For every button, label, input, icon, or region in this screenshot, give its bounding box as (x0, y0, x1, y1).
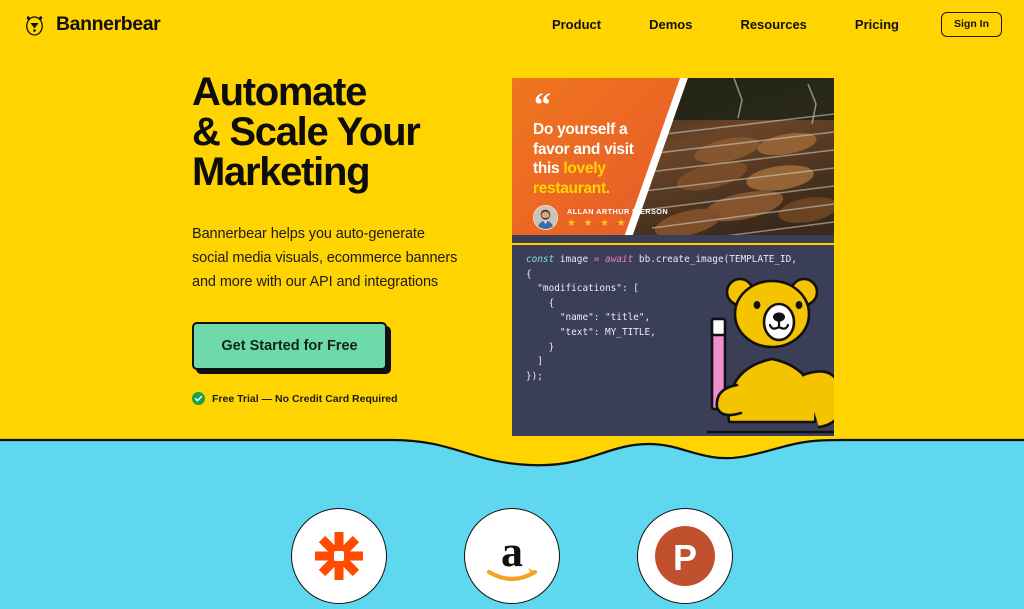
code-line-9: }); (526, 370, 543, 382)
code-line-3: "modifications": [ (526, 283, 639, 295)
code-line1-mid: image (554, 254, 594, 265)
zapier-logo-icon[interactable] (291, 508, 387, 604)
brand-name: Bannerbear (56, 12, 161, 35)
site-header: Bannerbear Product Demos Resources Prici… (0, 0, 1024, 48)
cta-wrapper: Get Started for Free (192, 322, 391, 374)
main-nav: Product Demos Resources Pricing Sign In (528, 11, 1002, 37)
svg-text:P: P (673, 537, 697, 578)
free-trial-note: Free Trial — No Credit Card Required (192, 392, 492, 405)
get-started-button[interactable]: Get Started for Free (192, 322, 387, 370)
hero-subtitle: Bannerbear helps you auto-generate socia… (192, 226, 458, 290)
author-name: ALLAN ARTHUR IVERSON (567, 206, 669, 216)
hero-visual: “ Do yourself a favor and visit this lov… (512, 78, 857, 475)
quote-mark-icon: “ (534, 87, 551, 124)
hero-copy: Automate & Scale Your Marketing Bannerbe… (192, 72, 492, 405)
code-line-8: ] (526, 356, 543, 368)
bear-head-icon (22, 12, 47, 37)
quote-line-1: Do yourself a (533, 121, 628, 138)
code-keyword-const: const (526, 254, 555, 265)
code-line-6: "text": MY_TITLE, (526, 326, 656, 338)
quote-line-2: favor and visit (533, 140, 634, 158)
nav-item-resources[interactable]: Resources (716, 17, 830, 32)
rating-stars: ★ ★ ★ ★ (567, 217, 628, 229)
nav-item-product[interactable]: Product (528, 17, 625, 32)
code-line-7: } (526, 341, 555, 353)
banner-preview-card: “ Do yourself a favor and visit this lov… (512, 78, 834, 243)
nav-item-pricing[interactable]: Pricing (831, 17, 923, 32)
quote-line-3-highlight: lovely (563, 160, 606, 177)
wave-divider (0, 436, 1024, 467)
page-title: Automate & Scale Your Marketing (192, 70, 421, 194)
free-trial-text: Free Trial — No Credit Card Required (212, 392, 398, 405)
partner-logos: a P (0, 508, 1024, 604)
code-line-5: "name": "title", (526, 312, 651, 324)
amazon-logo-icon[interactable]: a (464, 508, 560, 604)
code-line-4: { (526, 297, 555, 309)
quote-line-3-plain: this (533, 160, 564, 177)
author-meta: ALLAN ARTHUR IVERSON ★ ★ ★ ★ (567, 207, 668, 229)
testimonial-author: ALLAN ARTHUR IVERSON ★ ★ ★ ★ (533, 205, 668, 230)
landing-page: Bannerbear Product Demos Resources Prici… (0, 0, 1024, 609)
svg-text:a: a (501, 528, 523, 576)
product-hunt-logo-icon[interactable]: P (637, 508, 733, 604)
brand-logo[interactable]: Bannerbear (22, 12, 161, 37)
nav-item-demos[interactable]: Demos (625, 17, 716, 32)
testimonial-quote: Do yourself a favor and visit this lovel… (533, 120, 713, 198)
avatar (533, 205, 558, 230)
code-keyword-await: await (599, 254, 634, 265)
code-line-2: { (526, 268, 532, 280)
code-line1-rest: bb.create_image(TEMPLATE_ID, (633, 254, 797, 265)
sign-in-button[interactable]: Sign In (941, 11, 1002, 37)
quote-line-4-highlight: restaurant. (533, 179, 610, 197)
check-circle-icon (192, 392, 205, 405)
